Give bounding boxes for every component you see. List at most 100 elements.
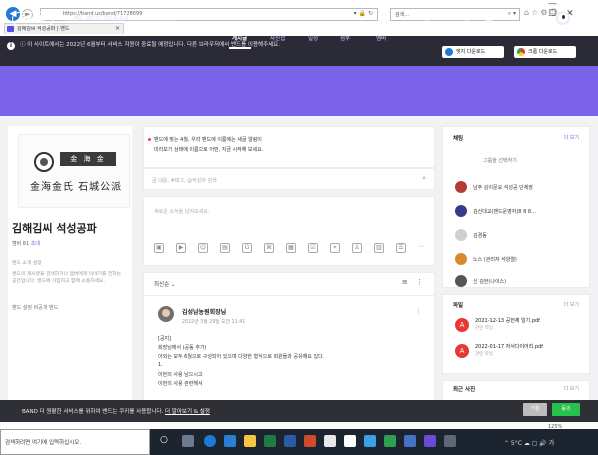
word-icon[interactable] [284, 435, 296, 447]
settings-app-icon[interactable] [324, 435, 336, 447]
cookie-settings-link[interactable]: 더 알아보기 & 설정 [165, 409, 210, 415]
post-author[interactable]: 김성남농원회장님 [182, 307, 226, 316]
chat-member[interactable]: 김경동 [455, 229, 585, 243]
tab-members[interactable]: 멤버 [376, 34, 386, 42]
clan-name-plate: 金 海 金 [60, 152, 116, 166]
menu-icon[interactable]: ≡ [528, 13, 538, 23]
new-feed-menu[interactable]: 새글 피드 [420, 14, 442, 22]
files-more-link[interactable]: 더 보기 [564, 301, 579, 308]
edge-taskbar-icon[interactable] [204, 435, 216, 447]
pdf-app-icon[interactable] [304, 435, 316, 447]
write-post-box[interactable]: 새로운 소식을 남겨보세요. ▣ ▶ ☺ ▤ G ⌘ ▦ ☑ ⌖ ♙ ▥ ☰ ⋯ [143, 196, 435, 266]
clan-calligraphy: 金海金氏 石城公派 [30, 182, 123, 193]
gif-icon[interactable]: G [242, 243, 252, 253]
system-tray[interactable]: ⌃ 5°C ☁ ▢ 🔊 가 [504, 438, 554, 447]
more-icon[interactable]: ⋯ [416, 243, 426, 253]
notice-line-2: 미리보기 상태에 이름으로 어떤, 지금 시작해 보세요. [154, 147, 264, 153]
chat-member[interactable]: 신 김헌(나이스) [455, 275, 585, 289]
band-header [0, 66, 598, 116]
post-search-input[interactable]: 글 내용, #태그, @작성자 검색 [152, 177, 217, 184]
member-count: 멤버 81 초대 [12, 240, 40, 247]
cookie-accept-button[interactable]: 동의 [552, 403, 580, 416]
sticker-icon[interactable]: ☺ [198, 243, 208, 253]
view-options-icon[interactable]: ≡ ⋮ [402, 278, 426, 286]
post-line: 이번의 사용 남으시고 [158, 372, 203, 378]
location-icon[interactable]: ⌖ [330, 243, 340, 253]
photos-more-link[interactable]: 더 보기 [564, 385, 579, 392]
person-icon[interactable]: ♙ [352, 243, 362, 253]
chrome-download-button[interactable]: 크롬 다운로드 [514, 46, 576, 58]
active-tab-indicator [229, 47, 251, 49]
taskview-icon[interactable] [182, 435, 194, 447]
vote-icon[interactable]: ☑ [308, 243, 318, 253]
app-icon[interactable] [384, 435, 396, 447]
chrome-taskbar-icon[interactable] [344, 435, 356, 447]
file-meta: 관련 파일 [475, 326, 493, 331]
band-search-input[interactable]: 밴드, 페이지, 게시글 검색 [66, 13, 176, 25]
band-settings-link[interactable]: 밴드 설정 비공개 밴드 [12, 304, 58, 311]
invite-link[interactable]: 초대 [31, 241, 40, 247]
write-toolbar: ▣ ▶ ☺ ▤ G ⌘ ▦ ☑ ⌖ ♙ ▥ ☰ ⋯ [154, 243, 424, 255]
author-avatar[interactable] [158, 306, 174, 322]
chat-more-link[interactable]: 더 보기 [564, 134, 579, 141]
chat-icon[interactable]: ◌ [462, 13, 472, 23]
chat-member[interactable]: 김산대교(밴드운영자)8 8 8... [455, 205, 585, 219]
video-icon[interactable]: ▶ [176, 243, 186, 253]
file-meta: 관련 파일 [475, 352, 493, 357]
file-item[interactable]: A 2021-12-13 공헌제 일기.pdf 관련 파일 [455, 317, 585, 335]
app-icon[interactable] [404, 435, 416, 447]
search-icon[interactable]: ⌕ [422, 174, 426, 183]
chat-member[interactable]: 노스 (관리자 석양렬) [455, 253, 585, 267]
band-description: 밴드 소개 설정 밴드의 게시글을 검색하거나 멤버에게 이야기를 전하는 공간… [12, 260, 127, 285]
photo-icon[interactable]: ▣ [154, 243, 164, 253]
todo-icon[interactable]: ☰ [396, 243, 406, 253]
photos-header: 최근 사진 [453, 387, 476, 393]
apps-icon[interactable]: ▦ [484, 13, 494, 23]
band-name: 김해김씨 석성공파 [12, 222, 97, 235]
sort-dropdown[interactable]: 최신순 ⌄ [154, 280, 176, 288]
attach-icon[interactable]: ⌘ [264, 243, 274, 253]
app-icon[interactable] [444, 435, 456, 447]
tab-photos[interactable]: 사진첩 [270, 34, 285, 42]
tab-schedule[interactable]: 일정 [308, 34, 318, 42]
table-icon[interactable]: ▥ [374, 243, 384, 253]
browser-search-box[interactable]: 검색... ⌕ ▾ [390, 8, 520, 21]
tab-attachments[interactable]: 첨부 [340, 34, 350, 42]
store-icon[interactable] [224, 435, 236, 447]
group-chat-button[interactable]: 그룹을 선택하기 [483, 157, 517, 164]
close-tab-icon[interactable]: ✕ [115, 24, 120, 34]
cookie-message: BAND 더 원활한 서비스를 위하여 밴드는 쿠키를 사용합니다. [22, 409, 164, 415]
explorer-icon[interactable] [244, 435, 256, 447]
tab-posts[interactable]: 게시글 [232, 34, 247, 42]
file-icon[interactable]: ▤ [220, 243, 230, 253]
member-name: 김산대교(밴드운영자)8 8 8... [473, 209, 536, 215]
refresh-icon[interactable]: ▾ 🔒 ↻ [354, 10, 373, 17]
task-view-icon[interactable]: ○ [160, 435, 172, 447]
member-name: 노스 (관리자 석양렬) [473, 257, 517, 263]
chat-member[interactable]: 남주 김이문요 석성공 단체장 [455, 181, 585, 195]
pdf-icon: A [455, 318, 469, 332]
file-name: 2021-12-13 공헌제 일기.pdf [475, 318, 540, 324]
cookie-banner: BAND 더 원활한 서비스를 위하여 밴드는 쿠키를 사용합니다. 더 알아보… [0, 400, 598, 422]
band-notice-card[interactable]: 밴드에 맞는 4월, 우리 밴드에 이름에는 새글 알림이 미리보기 상태에 이… [143, 126, 435, 168]
post-search-bar[interactable]: 글 내용, #태그, @작성자 검색 ⌕ [143, 168, 435, 190]
taskbar-search-input[interactable]: 검색하려면 여기에 입력하십시오. [0, 429, 150, 455]
avatar [455, 181, 467, 193]
band-category[interactable]: 밴드 소개 설정 [12, 260, 127, 267]
chrome-download-label: 크롬 다운로드 [528, 49, 558, 55]
post-more-icon[interactable]: ⋮ [415, 307, 422, 315]
post-date: 2022년 3월 29일 오전 11:41 [182, 320, 246, 325]
app-icon[interactable] [364, 435, 376, 447]
excel-icon[interactable] [264, 435, 276, 447]
cookie-decline-button[interactable]: 거절 [523, 403, 547, 416]
band-cover-image[interactable] [18, 134, 130, 208]
profile-avatar[interactable] [556, 11, 570, 25]
app-icon[interactable] [424, 435, 436, 447]
calendar-icon[interactable]: ▦ [286, 243, 296, 253]
band-logo[interactable]: BAND [12, 12, 54, 26]
notification-bell-icon[interactable]: ♪ [506, 13, 516, 23]
file-item[interactable]: A 2022-01-17 자서다이어리.pdf 관련 파일 [455, 343, 585, 361]
members-label[interactable]: 멤버 81 [12, 241, 29, 247]
write-post-input[interactable]: 새로운 소식을 남겨보세요. [154, 208, 209, 215]
edge-download-button[interactable]: 엣지 다운로드 [442, 46, 504, 58]
